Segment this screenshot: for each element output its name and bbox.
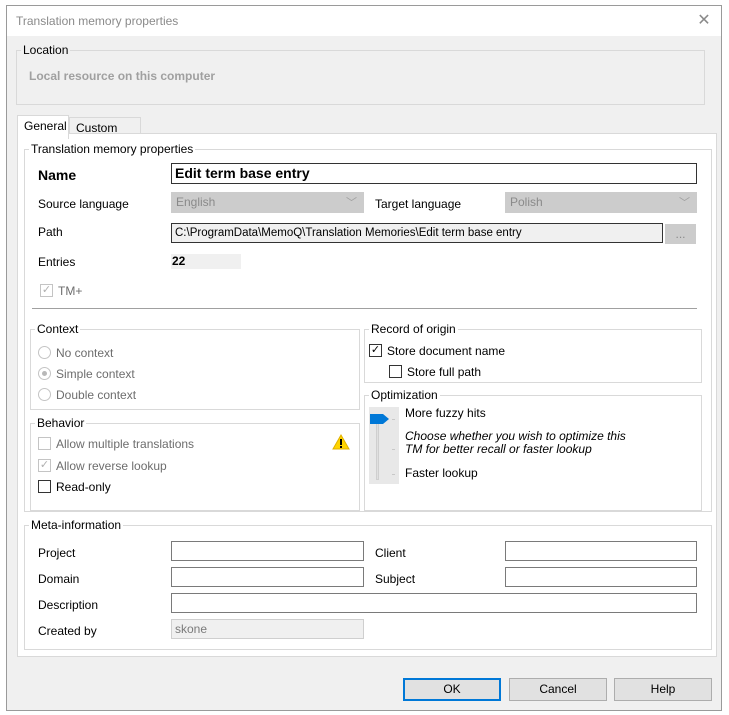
optimization-legend: Optimization: [371, 388, 438, 402]
general-tab-page: Translation memory properties Name Edit …: [17, 133, 717, 657]
simple-context-radio[interactable]: [38, 367, 51, 380]
domain-input[interactable]: [171, 567, 364, 587]
chevron-down-icon: ﹀: [346, 197, 357, 209]
client-input[interactable]: [505, 541, 697, 561]
chevron-down-icon: ﹀: [679, 197, 690, 209]
dialog-window: Translation memory properties ✕ Location…: [6, 5, 722, 711]
simple-context-label: Simple context: [56, 367, 135, 381]
optimization-slider[interactable]: [369, 407, 399, 484]
faster-lookup-label: Faster lookup: [405, 466, 478, 480]
source-language-select[interactable]: English ﹀: [171, 192, 364, 213]
tab-general[interactable]: General: [17, 115, 69, 139]
more-fuzzy-hits-label: More fuzzy hits: [405, 406, 486, 420]
entries-value: 22: [171, 254, 241, 269]
double-context-radio[interactable]: [38, 388, 51, 401]
window-title: Translation memory properties: [16, 14, 179, 28]
read-only-label: Read-only: [56, 480, 111, 494]
domain-label: Domain: [38, 572, 80, 586]
allow-reverse-label: Allow reverse lookup: [56, 459, 167, 473]
slider-tick: [392, 419, 395, 420]
created-by-label: Created by: [38, 624, 97, 638]
help-button[interactable]: Help: [614, 678, 712, 701]
title-bar: Translation memory properties ✕: [7, 6, 721, 36]
project-label: Project: [38, 546, 76, 560]
location-legend: Location: [23, 43, 69, 57]
ok-button[interactable]: OK: [403, 678, 501, 701]
target-language-value: Polish: [510, 195, 543, 209]
store-full-path-label: Store full path: [407, 365, 482, 379]
slider-track: [376, 420, 379, 480]
name-label: Name: [38, 167, 77, 183]
close-icon[interactable]: ✕: [693, 10, 715, 32]
created-by-input: skone: [171, 619, 364, 639]
allow-multiple-label: Allow multiple translations: [56, 437, 195, 451]
source-language-label: Source language: [38, 197, 129, 211]
record-of-origin-legend: Record of origin: [371, 322, 456, 336]
store-full-path-checkbox[interactable]: [389, 365, 402, 378]
browse-button[interactable]: ...: [665, 224, 696, 244]
path-label: Path: [38, 225, 63, 239]
read-only-checkbox[interactable]: [38, 480, 51, 493]
no-context-label: No context: [56, 346, 114, 360]
store-document-name-label: Store document name: [387, 344, 506, 358]
cancel-button[interactable]: Cancel: [509, 678, 607, 701]
entries-label: Entries: [38, 255, 76, 269]
warning-icon: [332, 434, 350, 450]
slider-tick: [392, 449, 395, 450]
store-document-name-checkbox[interactable]: ✓: [369, 344, 382, 357]
meta-information-legend: Meta-information: [31, 518, 122, 532]
context-legend: Context: [37, 322, 79, 336]
name-input[interactable]: Edit term base entry: [171, 163, 697, 184]
allow-multiple-checkbox[interactable]: [38, 437, 51, 450]
project-input[interactable]: [171, 541, 364, 561]
description-input[interactable]: [171, 593, 697, 613]
separator: [32, 308, 697, 309]
source-language-value: English: [176, 195, 216, 209]
optimization-description: Choose whether you wish to optimize this…: [405, 429, 626, 456]
tm-plus-checkbox[interactable]: ✓: [40, 284, 53, 297]
slider-tick: [392, 474, 395, 475]
path-input[interactable]: C:\ProgramData\MemoQ\Translation Memorie…: [171, 223, 663, 243]
location-value: Local resource on this computer: [29, 69, 216, 83]
tm-plus-label: TM+: [58, 284, 83, 298]
slider-thumb[interactable]: [370, 414, 390, 424]
no-context-radio[interactable]: [38, 346, 51, 359]
description-label: Description: [38, 598, 99, 612]
tm-properties-legend: Translation memory properties: [31, 142, 194, 156]
allow-reverse-checkbox[interactable]: ✓: [38, 459, 51, 472]
client-label: Client: [375, 546, 406, 560]
target-language-select[interactable]: Polish ﹀: [505, 192, 697, 213]
behavior-legend: Behavior: [37, 416, 85, 430]
subject-input[interactable]: [505, 567, 697, 587]
target-language-label: Target language: [375, 197, 462, 211]
double-context-label: Double context: [56, 388, 137, 402]
subject-label: Subject: [375, 572, 416, 586]
